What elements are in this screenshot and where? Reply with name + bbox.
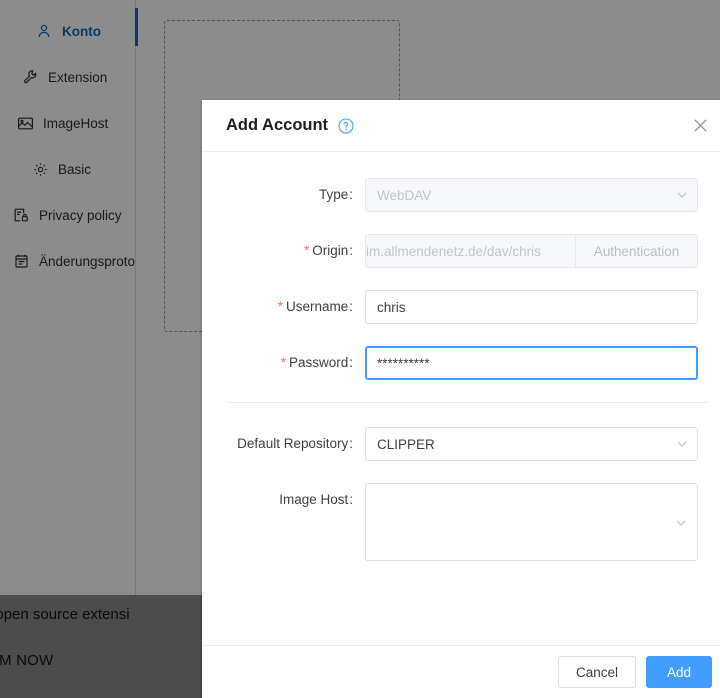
default-repository-select[interactable] [365,427,698,461]
app-window: Konto Extension ImageH [0,0,720,698]
image-host-select[interactable] [365,483,698,561]
dialog-header: Add Account [202,100,720,152]
origin-label: *Origin: [202,234,365,268]
add-account-dialog: Add Account Type: [202,100,720,698]
origin-label-text: Origin [312,243,348,258]
dialog-title: Add Account [226,116,328,135]
username-control [365,290,698,324]
form-row-image-host: Image Host: [202,483,720,561]
dialog-body: Type: *Origin: [202,152,720,645]
username-label: *Username: [202,290,365,324]
add-button[interactable]: Add [646,656,712,688]
chevron-down-icon [675,484,687,562]
image-host-label-text: Image Host [279,492,348,507]
password-label: *Password: [202,346,365,380]
cancel-button[interactable]: Cancel [558,656,636,688]
type-select-input[interactable] [365,178,698,212]
origin-input[interactable] [365,234,575,268]
default-repository-label: Default Repository: [202,427,365,461]
type-label-text: Type [319,187,348,202]
password-input[interactable] [365,346,698,380]
type-control [365,178,698,212]
password-label-text: Password [289,355,348,370]
username-input[interactable] [365,290,698,324]
form-divider [226,402,708,403]
type-select[interactable] [365,178,698,212]
image-host-label: Image Host: [202,483,365,517]
required-asterisk: * [304,243,309,258]
default-repository-select-input[interactable] [365,427,698,461]
required-asterisk: * [281,355,286,370]
password-control [365,346,698,380]
origin-input-group: Authentication [365,234,698,268]
form-row-origin: *Origin: Authentication [202,234,720,268]
default-repository-control [365,427,698,461]
dialog-footer: Cancel Add [202,645,720,698]
authentication-button[interactable]: Authentication [575,234,698,268]
origin-control: Authentication [365,234,698,268]
help-circle-icon[interactable] [338,118,354,134]
default-repository-label-text: Default Repository [237,436,348,451]
form-row-type: Type: [202,178,720,212]
form-row-username: *Username: [202,290,720,324]
close-icon[interactable] [690,116,710,136]
image-host-control [365,483,698,561]
username-label-text: Username [286,299,348,314]
type-label: Type: [202,178,365,212]
form-row-password: *Password: [202,346,720,380]
required-asterisk: * [278,299,283,314]
form-row-default-repository: Default Repository: [202,427,720,461]
